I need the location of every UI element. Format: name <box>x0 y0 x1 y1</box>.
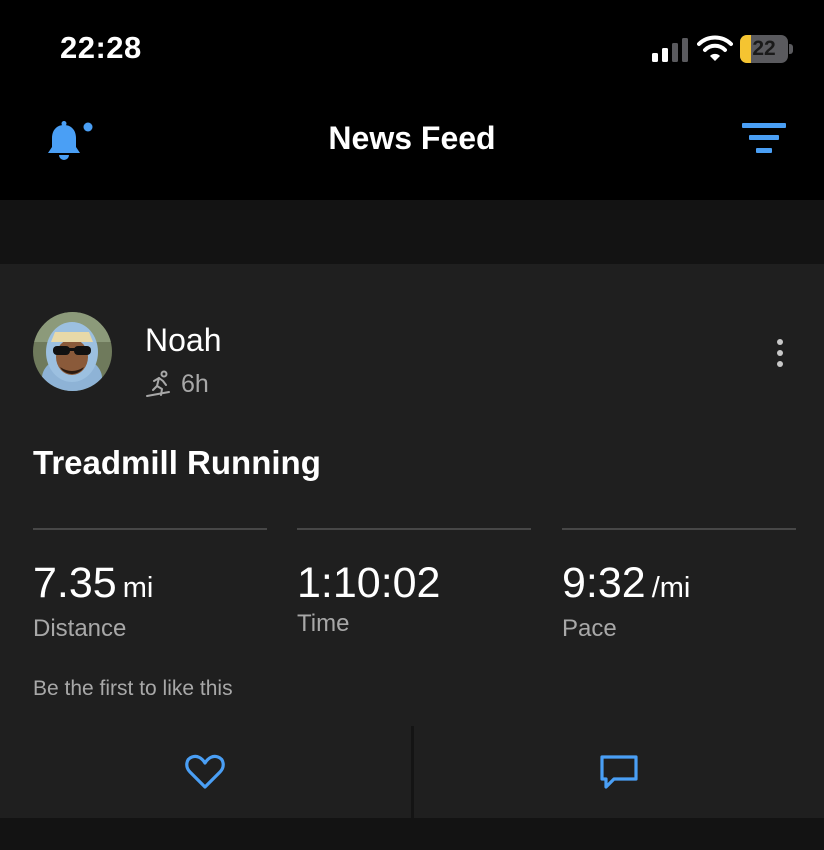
time-ago: 6h <box>181 369 209 398</box>
battery-level: 22 <box>752 37 776 60</box>
stat-pace: 9:32/mi Pace <box>562 528 796 643</box>
stat-label: Distance <box>33 615 127 642</box>
treadmill-runner-icon <box>146 370 170 397</box>
status-bar: 22:28 22 <box>0 0 824 100</box>
stat-label: Pace <box>562 615 617 642</box>
stat-divider <box>562 528 796 530</box>
battery-indicator: 22 <box>740 35 793 63</box>
activity-card[interactable]: Noah 6h Treadmill Running 7.35 mi Distanc… <box>0 264 824 726</box>
user-name[interactable]: Noah <box>145 322 222 359</box>
stat-value: 9:32/mi <box>562 558 796 613</box>
stat-value: 1:10:02 <box>297 558 531 608</box>
stat-unit: mi <box>122 572 154 604</box>
activity-meta: 6h <box>145 368 209 400</box>
action-bar <box>0 726 824 818</box>
more-options-icon[interactable] <box>770 338 790 368</box>
stat-number: 9:32 <box>562 559 646 607</box>
heart-icon <box>185 754 225 789</box>
like-button[interactable] <box>0 726 411 818</box>
stat-number: 1:10:02 <box>297 559 441 607</box>
stat-label: Time <box>297 610 350 637</box>
cellular-signal-icon <box>652 38 688 62</box>
feed-bottom-spacer <box>0 818 824 850</box>
status-time: 22:28 <box>60 30 142 65</box>
page-title: News Feed <box>328 120 496 156</box>
stat-number: 7.35 <box>33 559 117 607</box>
likes-text[interactable]: Be the first to like this <box>33 677 233 701</box>
stat-distance: 7.35 mi Distance <box>33 528 267 643</box>
comment-button[interactable] <box>413 726 824 818</box>
stat-unit: /mi <box>651 572 691 604</box>
wifi-icon <box>697 35 733 61</box>
stat-time: 1:10:02 Time <box>297 528 531 638</box>
stat-value: 7.35 mi <box>33 558 267 613</box>
activity-title[interactable]: Treadmill Running <box>33 444 321 482</box>
avatar[interactable] <box>33 312 112 391</box>
filter-icon[interactable] <box>742 120 786 160</box>
feed-spacer <box>0 200 824 264</box>
stat-divider <box>33 528 267 530</box>
stat-divider <box>297 528 531 530</box>
nav-bar: News Feed <box>0 100 824 200</box>
comment-icon <box>600 755 638 789</box>
